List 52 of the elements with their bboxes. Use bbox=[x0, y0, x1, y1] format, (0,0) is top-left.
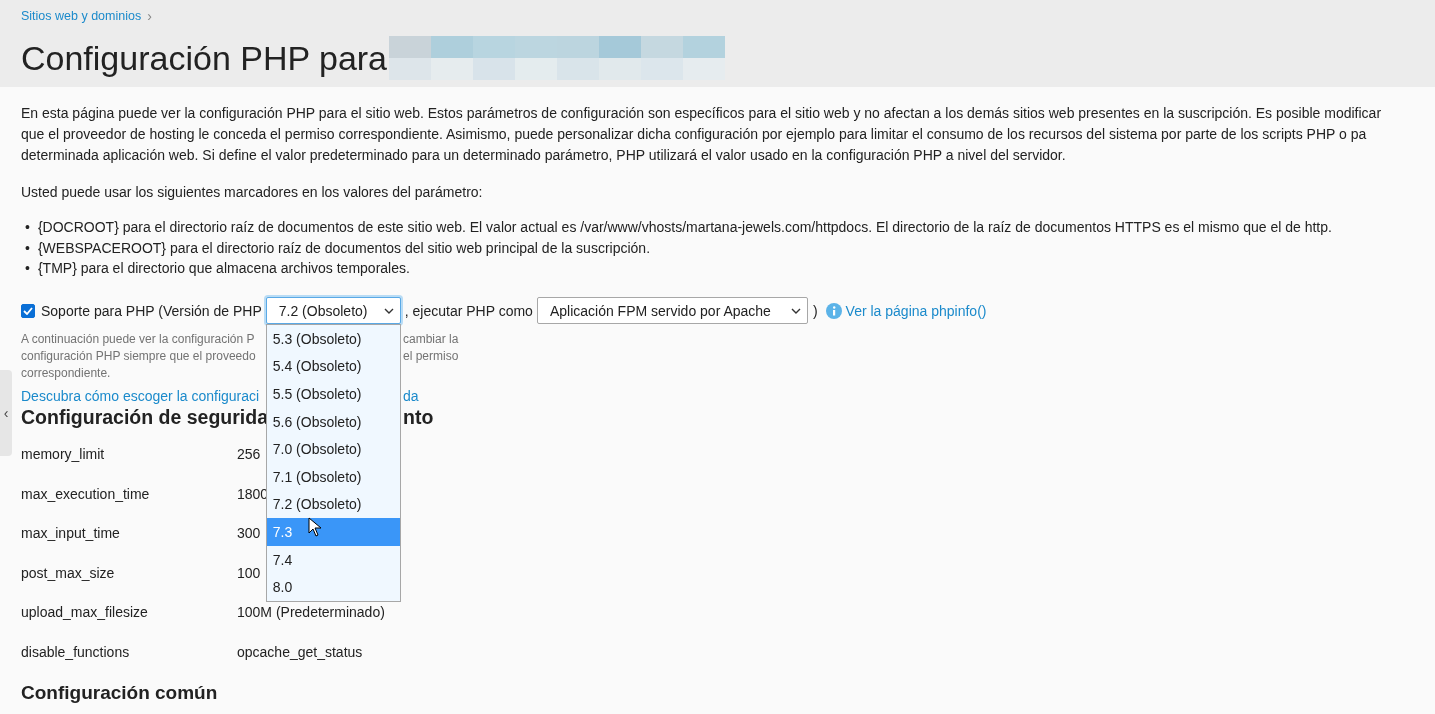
hint-text: cambiar la bbox=[403, 330, 460, 348]
page-title: Configuración PHP para bbox=[21, 38, 388, 78]
setting-value: 100M (Predeterminado) bbox=[237, 604, 385, 621]
version-option[interactable]: 7.0 (Obsoleto) bbox=[266, 435, 400, 463]
hint-text: A continuación puede ver la configuración P bbox=[21, 330, 256, 348]
version-option[interactable]: 8.0 bbox=[266, 573, 400, 601]
setting-name: disable_functions bbox=[21, 643, 130, 660]
version-option[interactable]: 5.4 (Obsoleto) bbox=[266, 352, 400, 381]
hint-text: el permiso bbox=[403, 347, 460, 365]
php-handler-select[interactable]: Aplicación FPM servido por Apache bbox=[536, 297, 808, 324]
setting-value: 256 bbox=[237, 446, 261, 463]
bullet: • bbox=[25, 259, 30, 278]
hint-text: configuración PHP siempre que el proveedo bbox=[21, 347, 257, 365]
placeholders-intro: Usted puede usar los siguientes marcadores en los valores del parámetro: bbox=[21, 183, 484, 202]
php-version-select[interactable]: 7.2 (Obsoleto) bbox=[265, 297, 401, 324]
placeholder-item: {DOCROOT} para el directorio raíz de documentos de este sitio web. El valor actual es /var/www/vhosts/martana-jewels.com/httpdocs. El directorio de la raíz de documentos HTTPS es el mismo que el de http. bbox=[37, 218, 1332, 237]
version-option[interactable]: 5.6 (Obsoleto) bbox=[266, 407, 400, 436]
info-icon bbox=[825, 302, 842, 319]
bullet: • bbox=[25, 218, 30, 237]
setting-name: max_input_time bbox=[21, 525, 120, 542]
placeholder-item: {TMP} para el directorio que almacena archivos temporales. bbox=[37, 259, 410, 278]
version-option[interactable]: 7.2 (Obsoleto) bbox=[266, 490, 400, 519]
setting-name: upload_max_filesize bbox=[21, 604, 148, 621]
hint-text: correspondiente. bbox=[21, 364, 112, 382]
setting-name: max_execution_time bbox=[21, 485, 150, 502]
version-option[interactable]: 7.4 bbox=[266, 545, 400, 574]
guide-link[interactable]: da bbox=[403, 387, 1414, 404]
mouse-cursor-icon bbox=[307, 517, 322, 537]
phpinfo-link[interactable]: Ver la página phpinfo() bbox=[845, 302, 987, 319]
run-as-label: , ejecutar PHP como bbox=[404, 302, 533, 319]
chevron-down-icon bbox=[383, 307, 394, 314]
breadcrumb-separator: › bbox=[147, 8, 152, 24]
guide-link[interactable]: Descubra cómo escoger la configuraci bbox=[21, 387, 267, 404]
bullet: • bbox=[25, 238, 30, 258]
php-support-label: Soporte para PHP (Versión de PHP bbox=[41, 302, 262, 319]
sidebar-toggle[interactable]: ‹ bbox=[0, 370, 12, 456]
setting-value: 100 bbox=[237, 564, 261, 581]
section-heading: Configuración común bbox=[21, 681, 219, 704]
setting-value: 300 bbox=[237, 525, 261, 542]
close-paren: ) bbox=[812, 302, 818, 319]
php-support-checkbox[interactable] bbox=[21, 303, 35, 318]
intro-paragraph: En esta página puede ver la configuración PHP para el sitio web. Estos parámetros de configuración son específicos para el sitio web y no afectan a los demás sitios web presentes en la suscripción. Es posible modificar que el proveedor de hosting le conceda el permiso correspondiente. Asimismo, puede personalizar dicha configuración por ejemplo para limitar el consumo de los recursos del sistema por parte de los scripts PHP o pa determinada aplicación web. Si define el valor predeterminado para un determinado parámetro, PHP utilizará el valor usado en la configuración PHP a nivel del servidor. bbox=[21, 104, 1383, 165]
setting-name: memory_limit bbox=[21, 446, 105, 463]
version-option[interactable]: 7.1 (Obsoleto) bbox=[266, 462, 400, 491]
section-heading: Configuración de segurida bbox=[21, 405, 267, 429]
version-option[interactable]: 5.3 (Obsoleto) bbox=[266, 325, 400, 353]
chevron-down-icon bbox=[790, 307, 801, 314]
setting-name: post_max_size bbox=[21, 564, 115, 581]
version-option[interactable]: 5.5 (Obsoleto) bbox=[266, 380, 400, 408]
section-heading: nto bbox=[403, 405, 435, 429]
setting-value: opcache_get_status bbox=[237, 643, 363, 660]
placeholder-item: {WEBSPACEROOT} para el directorio raíz de documentos del sitio web principal de la suscripción. bbox=[37, 238, 651, 258]
